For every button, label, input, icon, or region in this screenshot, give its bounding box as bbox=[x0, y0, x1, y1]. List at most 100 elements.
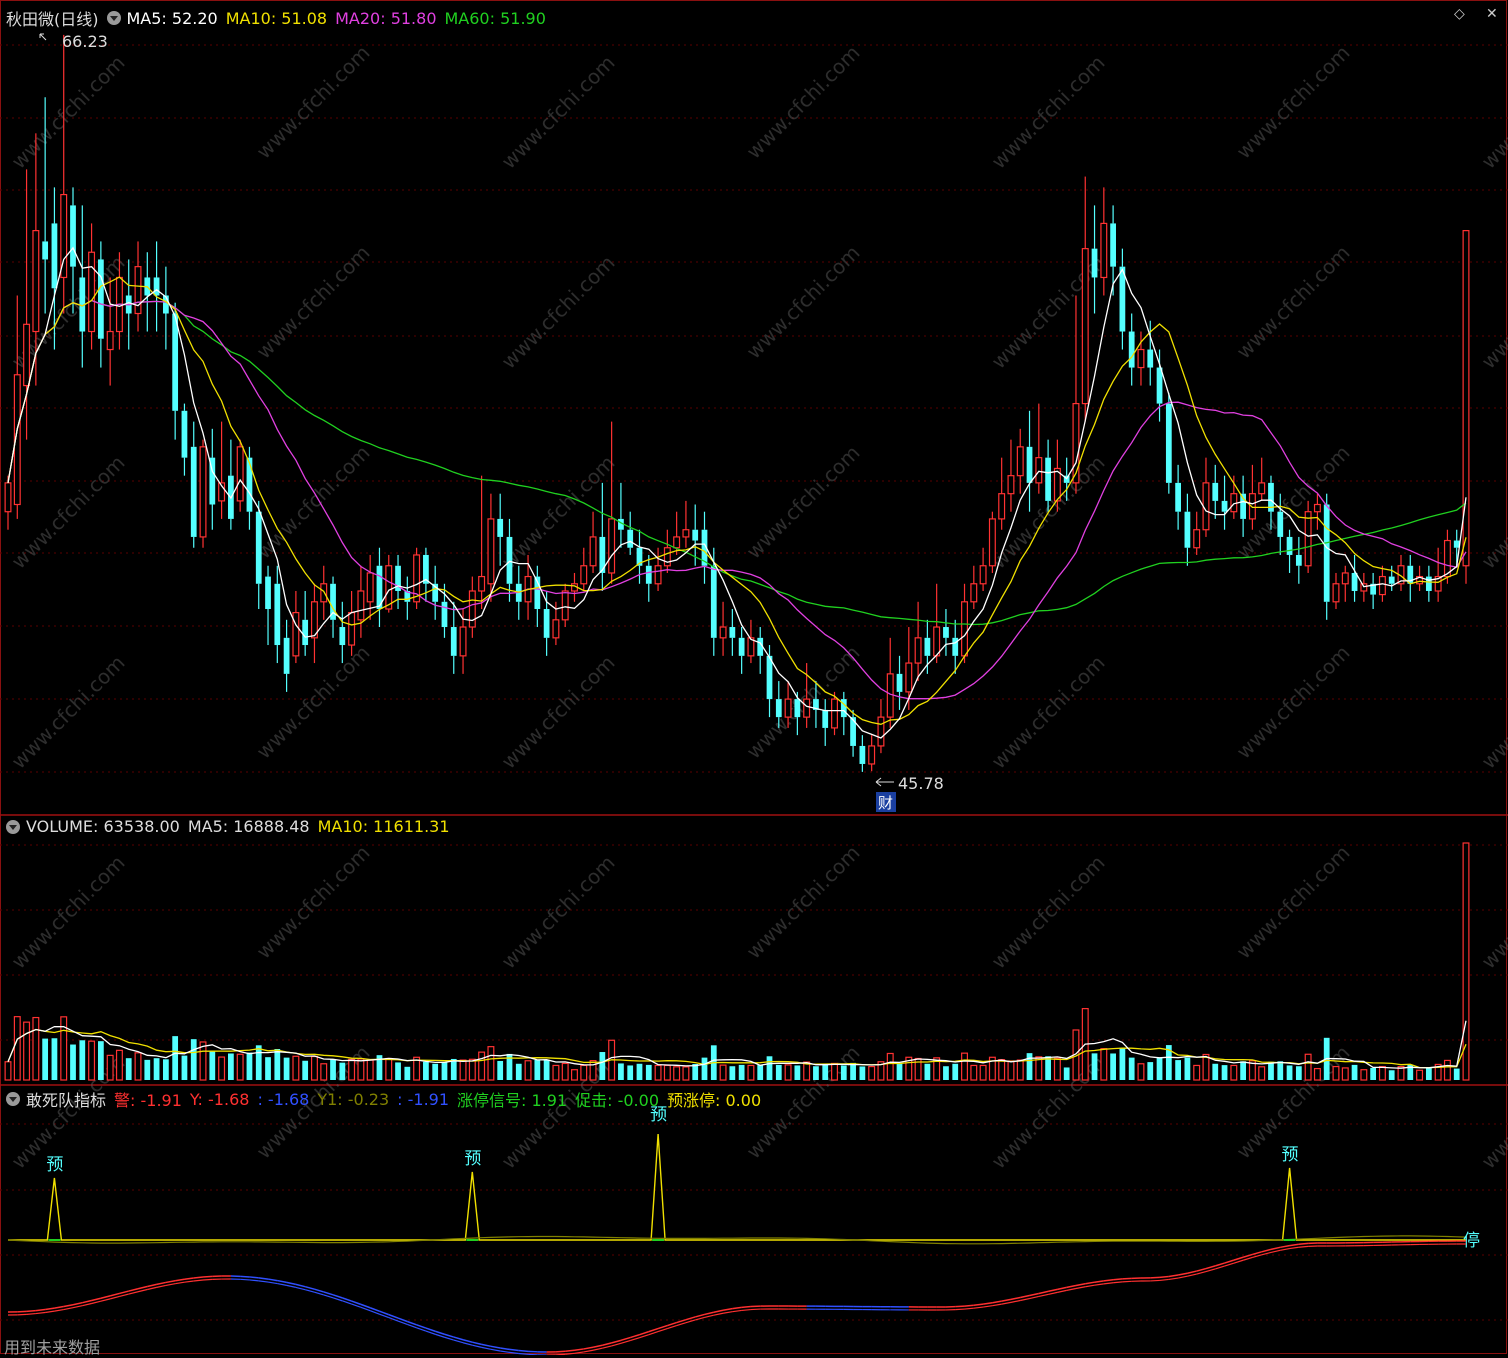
warning-line-segment bbox=[965, 1305, 974, 1306]
volume-bar bbox=[349, 1059, 355, 1080]
watermark-text: www.cfchi.com bbox=[742, 241, 865, 364]
candle-body bbox=[154, 277, 160, 295]
watermark-text: www.cfchi.com bbox=[252, 441, 375, 564]
candle-body bbox=[562, 591, 568, 620]
warning-line-segment bbox=[602, 1343, 611, 1345]
volume-bar bbox=[256, 1045, 262, 1080]
y-line-segment bbox=[27, 1314, 36, 1315]
y-line-segment bbox=[732, 1310, 741, 1311]
volume-bar bbox=[1203, 1054, 1209, 1080]
volume-bar bbox=[228, 1053, 234, 1080]
volume-bar bbox=[1027, 1053, 1033, 1080]
y-line-segment bbox=[1178, 1276, 1187, 1278]
volume-bar bbox=[209, 1051, 215, 1080]
candle bbox=[739, 627, 745, 674]
candle bbox=[869, 735, 875, 771]
candle-body bbox=[1259, 483, 1265, 494]
volume-bar bbox=[460, 1060, 466, 1080]
y-line-segment bbox=[444, 1337, 453, 1340]
maximize-icon[interactable]: ◇ bbox=[1454, 6, 1465, 22]
candle-body bbox=[1138, 350, 1144, 368]
close-icon[interactable]: ✕ bbox=[1486, 6, 1498, 22]
warning-line-segment bbox=[1280, 1246, 1289, 1248]
warning-line-segment bbox=[1150, 1277, 1159, 1278]
candle-body bbox=[1036, 458, 1042, 483]
warning-line-segment bbox=[110, 1293, 119, 1295]
candle-body bbox=[367, 573, 373, 602]
volume-bar bbox=[739, 1065, 745, 1080]
volume-bar bbox=[52, 1038, 58, 1080]
candle bbox=[312, 584, 318, 663]
candle-body bbox=[33, 231, 39, 332]
watermark-text: www.cfchi.com bbox=[7, 51, 130, 174]
candle bbox=[590, 512, 596, 573]
watermark-text: www.cfchi.com bbox=[987, 651, 1110, 774]
volume-bar bbox=[897, 1064, 903, 1080]
warning-line-segment bbox=[27, 1311, 36, 1312]
volume-bar bbox=[367, 1060, 373, 1080]
warning-line-segment bbox=[983, 1303, 992, 1304]
warning-line-segment bbox=[1234, 1257, 1243, 1260]
watermark-text: www.cfchi.com bbox=[1232, 641, 1355, 764]
volume-bar bbox=[1389, 1070, 1395, 1080]
candle bbox=[1407, 555, 1413, 602]
candle-body bbox=[804, 699, 810, 717]
candle-body bbox=[692, 530, 698, 541]
candle-body bbox=[460, 627, 466, 656]
candle bbox=[1166, 393, 1172, 494]
candle-body bbox=[869, 746, 875, 764]
candle bbox=[1370, 573, 1376, 609]
candle bbox=[599, 483, 605, 591]
candle bbox=[990, 512, 996, 573]
warning-line-segment bbox=[463, 1340, 472, 1342]
candle bbox=[89, 223, 95, 349]
low-marker: 45.78 bbox=[876, 774, 944, 793]
watermark-text: www.cfchi.com bbox=[252, 41, 375, 164]
candle bbox=[144, 252, 150, 331]
volume-bar bbox=[971, 1065, 977, 1080]
volume-bar bbox=[776, 1065, 782, 1080]
candle-body bbox=[720, 627, 726, 638]
y-line-segment bbox=[333, 1298, 342, 1301]
volume-bar bbox=[302, 1061, 308, 1080]
ma60-readout: MA60: 51.90 bbox=[445, 9, 546, 28]
volume-ma5-readout: MA5: 16888.48 bbox=[188, 817, 310, 836]
y-line-segment bbox=[1122, 1281, 1131, 1282]
warning-line-segment bbox=[1104, 1280, 1113, 1281]
candle-body bbox=[1157, 368, 1163, 404]
y-line-segment bbox=[602, 1346, 611, 1348]
warning-line-segment bbox=[1206, 1266, 1215, 1269]
volume-settings-toggle-icon[interactable] bbox=[6, 820, 20, 834]
candle bbox=[952, 620, 958, 674]
y-line-segment bbox=[1067, 1288, 1076, 1290]
warning-line-segment bbox=[184, 1278, 193, 1279]
volume-bar bbox=[962, 1053, 968, 1080]
y-line-segment bbox=[965, 1308, 974, 1309]
candle-body bbox=[1287, 537, 1293, 555]
warning-line-segment bbox=[509, 1349, 518, 1350]
candle-body bbox=[822, 710, 828, 728]
watermark-text: www.cfchi.com bbox=[497, 251, 620, 374]
warning-line-segment bbox=[732, 1307, 741, 1308]
y-line-segment bbox=[723, 1312, 732, 1314]
price-settings-toggle-icon[interactable] bbox=[107, 11, 121, 25]
warning-line-segment bbox=[500, 1348, 509, 1349]
volume-bar bbox=[952, 1064, 958, 1080]
candle bbox=[971, 566, 977, 609]
y-line-segment bbox=[184, 1281, 193, 1282]
volume-bar bbox=[1361, 1070, 1367, 1080]
y-line-segment bbox=[1206, 1269, 1215, 1272]
candle bbox=[1259, 458, 1265, 501]
candle-body bbox=[1017, 447, 1023, 476]
watermark-text: www.cfchi.com bbox=[742, 41, 865, 164]
finance-badge[interactable]: 财 bbox=[876, 792, 896, 812]
candle bbox=[219, 422, 225, 519]
candle-body bbox=[358, 591, 364, 620]
volume-bar bbox=[237, 1054, 243, 1080]
candle-body bbox=[451, 627, 457, 656]
volume-bar bbox=[1240, 1061, 1246, 1080]
candle bbox=[1008, 440, 1014, 512]
indicator-settings-toggle-icon[interactable] bbox=[6, 1092, 20, 1106]
candle bbox=[1435, 548, 1441, 602]
volume-bar bbox=[1138, 1064, 1144, 1080]
